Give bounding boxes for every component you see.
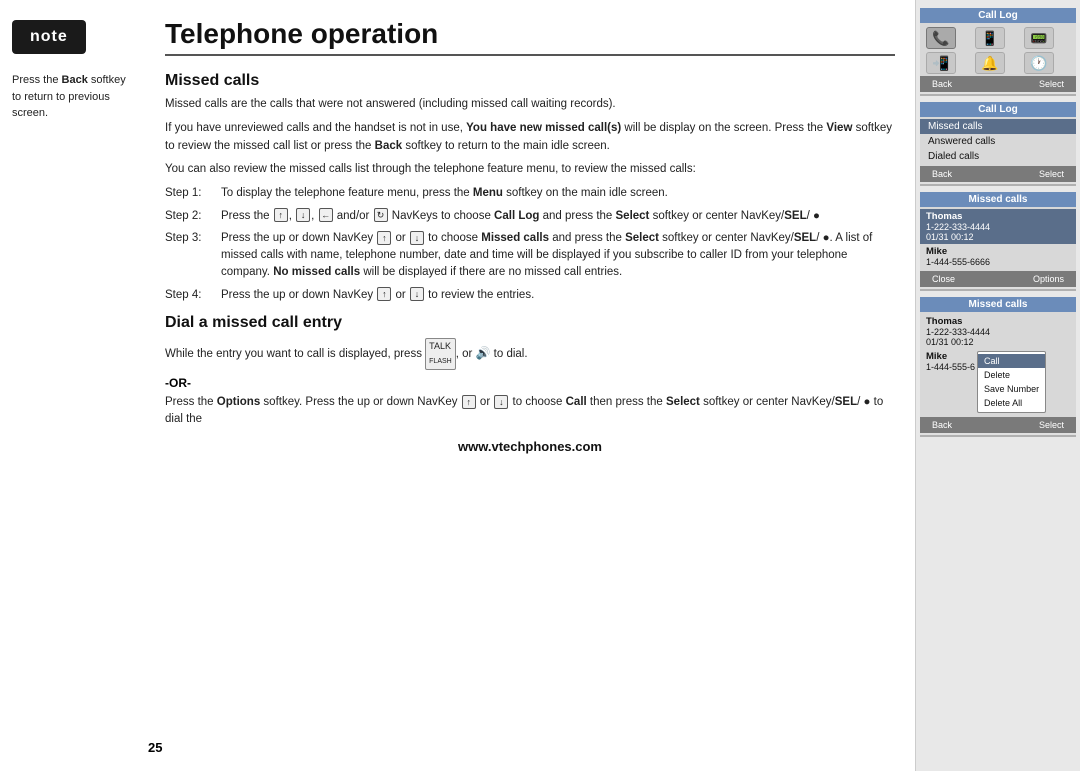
icon-cell-1[interactable]: 📞 [926, 27, 956, 49]
right-panel: Call Log 📞 📱 📟 📲 🔔 🕐 Back Select Call Lo… [915, 0, 1080, 771]
call-entry-thomas-2[interactable]: Thomas 1-222-333-4444 01/31 00:12 [920, 314, 1076, 349]
widget1-select-btn[interactable]: Select [1033, 78, 1070, 90]
call-entry-mike[interactable]: Mike 1-444-555-6666 [920, 244, 1076, 269]
call-entry-mike-2[interactable]: Mike 1-444-555-6 Call Delete Save Number… [920, 349, 1076, 415]
call-time-thomas: 01/31 00:12 [926, 232, 1070, 242]
menu-item-answered[interactable]: Answered calls [920, 134, 1076, 149]
option-delete-all[interactable]: Delete All [978, 396, 1045, 410]
widget2-back-btn[interactable]: Back [926, 168, 958, 180]
call-num-mike: 1-444-555-6666 [926, 257, 1070, 267]
menu-item-dialed[interactable]: Dialed calls [920, 149, 1076, 164]
step-1-label: Step 1: [165, 185, 213, 202]
dial-para1: While the entry you want to call is disp… [165, 338, 895, 370]
icon-cell-2[interactable]: 📱 [975, 27, 1005, 49]
widget1-header: Call Log [920, 8, 1076, 23]
call-name-thomas-2: Thomas [926, 316, 1070, 327]
page-title: Telephone operation [165, 18, 895, 56]
call-name-mike: Mike [926, 246, 1070, 257]
widget4-buttons: Back Select [920, 417, 1076, 433]
icon-cell-4[interactable]: 📲 [926, 52, 956, 74]
note-badge: note [12, 20, 86, 54]
widget3-body: Thomas 1-222-333-4444 01/31 00:12 Mike 1… [920, 207, 1076, 271]
widget3-buttons: Close Options [920, 271, 1076, 287]
widget-missed-calls-list: Missed calls Thomas 1-222-333-4444 01/31… [920, 192, 1076, 291]
step-4-text: Press the up or down NavKey ↑ or ↓ to re… [221, 287, 895, 304]
widget4-header: Missed calls [920, 297, 1076, 312]
widget1-back-btn[interactable]: Back [926, 78, 958, 90]
widget3-options-btn[interactable]: Options [1027, 273, 1070, 285]
or-line: -OR- [165, 376, 895, 390]
widget-call-log-icons: Call Log 📞 📱 📟 📲 🔔 🕐 Back Select [920, 8, 1076, 96]
left-sidebar: note Press the Back softkey to return to… [0, 0, 145, 771]
widget1-buttons: Back Select [920, 76, 1076, 92]
call-name-mike-2: Mike [926, 351, 975, 362]
call-name-thomas: Thomas [926, 211, 1070, 222]
widget2-buttons: Back Select [920, 166, 1076, 182]
option-save-number[interactable]: Save Number [978, 382, 1045, 396]
missed-calls-para2: If you have unreviewed calls and the han… [165, 120, 895, 156]
call-num-mike-2: 1-444-555-6 [926, 362, 975, 372]
widget4-body: Thomas 1-222-333-4444 01/31 00:12 Mike 1… [920, 312, 1076, 417]
right-panel-inner: Call Log 📞 📱 📟 📲 🔔 🕐 Back Select Call Lo… [916, 0, 1080, 771]
section-missed-calls-title: Missed calls [165, 72, 895, 90]
footer-url: www.vtechphones.com [165, 439, 895, 454]
widget4-back-btn[interactable]: Back [926, 419, 958, 431]
steps-list: Step 1: To display the telephone feature… [165, 185, 895, 304]
options-popup: Call Delete Save Number Delete All [977, 351, 1046, 413]
icon-cell-6[interactable]: 🕐 [1024, 52, 1054, 74]
step-3-label: Step 3: [165, 230, 213, 282]
widget4-select-btn[interactable]: Select [1033, 419, 1070, 431]
missed-calls-para3: You can also review the missed calls lis… [165, 161, 895, 179]
page-number: 25 [148, 740, 162, 755]
icon-cell-5[interactable]: 🔔 [975, 52, 1005, 74]
step-3: Step 3: Press the up or down NavKey ↑ or… [165, 230, 895, 282]
menu-item-missed[interactable]: Missed calls [920, 119, 1076, 134]
widget2-menu: Missed calls Answered calls Dialed calls [920, 117, 1076, 166]
sidebar-note: Press the Back softkey to return to prev… [12, 72, 133, 122]
step-2-label: Step 2: [165, 208, 213, 225]
step-4: Step 4: Press the up or down NavKey ↑ or… [165, 287, 895, 304]
step-2: Step 2: Press the ↑, ↓, ← and/or ↻ NavKe… [165, 208, 895, 225]
call-num-thomas-2: 1-222-333-4444 [926, 327, 1070, 337]
talk-icon: TALKFLASH [425, 338, 456, 370]
call-time-thomas-2: 01/31 00:12 [926, 337, 1070, 347]
section-dial-title: Dial a missed call entry [165, 314, 895, 332]
step-1: Step 1: To display the telephone feature… [165, 185, 895, 202]
widget3-header: Missed calls [920, 192, 1076, 207]
main-content: Telephone operation Missed calls Missed … [145, 0, 915, 771]
widget2-select-btn[interactable]: Select [1033, 168, 1070, 180]
speaker-icon: 🔊 [476, 344, 491, 363]
call-entry-thomas[interactable]: Thomas 1-222-333-4444 01/31 00:12 [920, 209, 1076, 244]
option-delete[interactable]: Delete [978, 368, 1045, 382]
call-num-thomas: 1-222-333-4444 [926, 222, 1070, 232]
widget-missed-calls-options: Missed calls Thomas 1-222-333-4444 01/31… [920, 297, 1076, 437]
step-2-text: Press the ↑, ↓, ← and/or ↻ NavKeys to ch… [221, 208, 895, 225]
dial-para2: Press the Options softkey. Press the up … [165, 394, 895, 430]
option-call[interactable]: Call [978, 354, 1045, 368]
step-1-text: To display the telephone feature menu, p… [221, 185, 895, 202]
step-4-label: Step 4: [165, 287, 213, 304]
widget1-icon-grid: 📞 📱 📟 📲 🔔 🕐 [920, 23, 1076, 76]
icon-cell-3[interactable]: 📟 [1024, 27, 1054, 49]
widget-call-log-menu: Call Log Missed calls Answered calls Dia… [920, 102, 1076, 186]
widget3-close-btn[interactable]: Close [926, 273, 961, 285]
widget2-header: Call Log [920, 102, 1076, 117]
step-3-text: Press the up or down NavKey ↑ or ↓ to ch… [221, 230, 895, 282]
missed-calls-para1: Missed calls are the calls that were not… [165, 96, 895, 114]
